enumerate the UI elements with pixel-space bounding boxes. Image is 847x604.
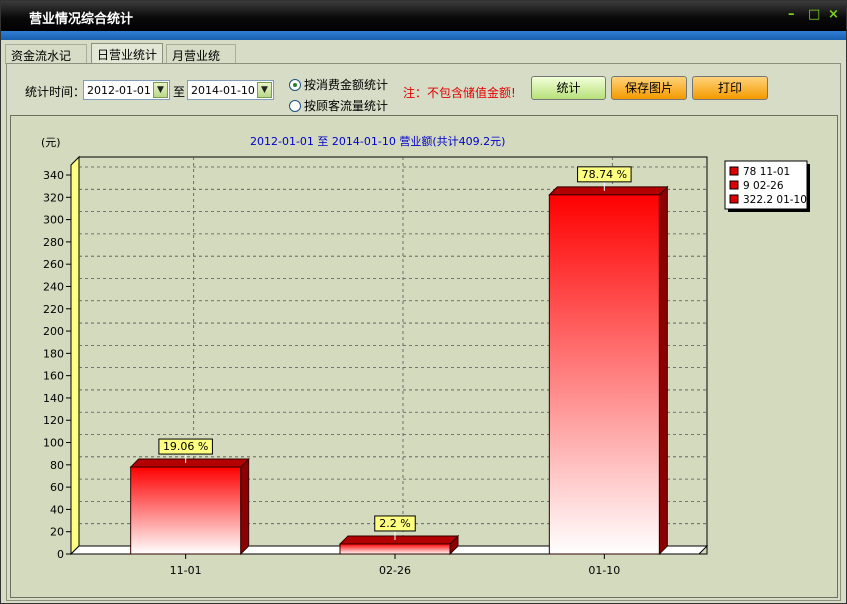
y-tick-label: 160 xyxy=(43,370,64,383)
y-tick-label: 40 xyxy=(50,503,64,516)
bar-top xyxy=(338,535,460,545)
chart-legend: 78 11-01 9 02-26 322.2 01-10 xyxy=(724,160,810,212)
close-icon[interactable]: × xyxy=(828,7,839,22)
legend-entry: 78 11-01 xyxy=(743,166,790,178)
daily-stats-panel: 统计时间： 2012-01-01 ▼ 至 2014-01-10 ▼ 按消费金额统… xyxy=(6,63,841,601)
minimize-icon[interactable]: – xyxy=(788,7,795,22)
save-image-button[interactable]: 保存图片 xyxy=(611,76,687,100)
window-title: 营业情况综合统计 xyxy=(29,12,134,27)
maximize-icon[interactable]: □ xyxy=(808,7,820,22)
title-accent-bar xyxy=(1,31,846,40)
legend-entry: 322.2 01-10 xyxy=(743,194,807,206)
end-date-picker[interactable]: 2014-01-10 ▼ xyxy=(187,80,274,100)
y-tick-label: 120 xyxy=(43,414,64,427)
tab-daily-stats[interactable]: 日营业统计 xyxy=(91,43,163,65)
bar xyxy=(548,194,660,555)
stats-button[interactable]: 统计 xyxy=(531,76,606,100)
chevron-down-icon[interactable]: ▼ xyxy=(153,82,168,98)
radio-by-customers-label: 按顾客流量统计 xyxy=(304,99,389,113)
bar xyxy=(130,466,242,555)
y-tick-label: 200 xyxy=(43,325,64,338)
y-axis-unit: (元) xyxy=(41,136,61,149)
y-tick-label: 300 xyxy=(43,214,64,227)
legend-swatch xyxy=(729,180,739,190)
bar-chart: 2012-01-01 至 2014-01-10 营业额(共计409.2元) (元… xyxy=(41,134,810,577)
y-tick-label: 320 xyxy=(43,191,64,204)
radio-unselected-icon[interactable] xyxy=(289,100,301,112)
legend-swatch xyxy=(729,194,739,204)
y-tick-label: 240 xyxy=(43,280,64,293)
note-text: 注：不包含储值金额! xyxy=(403,86,516,100)
start-date-picker[interactable]: 2012-01-01 ▼ xyxy=(83,80,170,100)
radio-by-customers[interactable]: 按顾客流量统计 xyxy=(289,97,388,114)
data-label: 78.74 % xyxy=(582,168,627,181)
bar-top xyxy=(129,458,250,468)
y-tick-label: 60 xyxy=(50,481,64,494)
y-tick-label: 0 xyxy=(57,548,64,561)
bar-side xyxy=(240,457,250,556)
end-date-value: 2014-01-10 xyxy=(191,84,255,97)
legend-swatch xyxy=(729,166,739,176)
to-label: 至 xyxy=(173,85,186,99)
bar xyxy=(339,543,451,555)
chart-area: 2012-01-01 至 2014-01-10 营业额(共计409.2元) (元… xyxy=(10,115,838,598)
x-tick-label: 01-10 xyxy=(588,564,620,577)
bar-top xyxy=(548,186,669,196)
tab-monthly-stats[interactable]: 月营业统计 xyxy=(166,44,236,80)
y-tick-label: 260 xyxy=(43,258,64,271)
y-tick-label: 100 xyxy=(43,437,64,450)
y-tick-label: 220 xyxy=(43,303,64,316)
data-label: 19.06 % xyxy=(163,440,208,453)
y-tick-label: 280 xyxy=(43,236,64,249)
tab-cash-flow[interactable]: 资金流水记录 xyxy=(5,44,87,80)
y-tick-label: 20 xyxy=(50,526,64,539)
x-tick-label: 02-26 xyxy=(379,564,411,577)
y-tick-label: 140 xyxy=(43,392,64,405)
y-tick-label: 340 xyxy=(43,169,64,182)
app-window: 营业情况综合统计 – □ × 资金流水记录 日营业统计 月营业统计 统计时间： … xyxy=(0,0,847,604)
title-bar: 营业情况综合统计 – □ × xyxy=(1,1,846,31)
plot-side-wall xyxy=(70,155,80,556)
data-label: 2.2 % xyxy=(379,517,410,530)
y-tick-label: 180 xyxy=(43,347,64,360)
y-tick-label: 80 xyxy=(50,459,64,472)
chart-title: 2012-01-01 至 2014-01-10 营业额(共计409.2元) xyxy=(250,134,505,148)
time-label: 统计时间： xyxy=(25,85,86,99)
start-date-value: 2012-01-01 xyxy=(87,84,151,97)
radio-by-amount[interactable]: 按消费金额统计 xyxy=(289,76,388,93)
radio-selected-icon[interactable] xyxy=(289,79,301,91)
bar-side xyxy=(658,185,668,556)
x-tick-label: 11-01 xyxy=(170,564,202,577)
print-button[interactable]: 打印 xyxy=(692,76,768,100)
radio-by-amount-label: 按消费金额统计 xyxy=(304,78,389,92)
legend-entry: 9 02-26 xyxy=(743,180,784,192)
chevron-down-icon[interactable]: ▼ xyxy=(257,82,272,98)
